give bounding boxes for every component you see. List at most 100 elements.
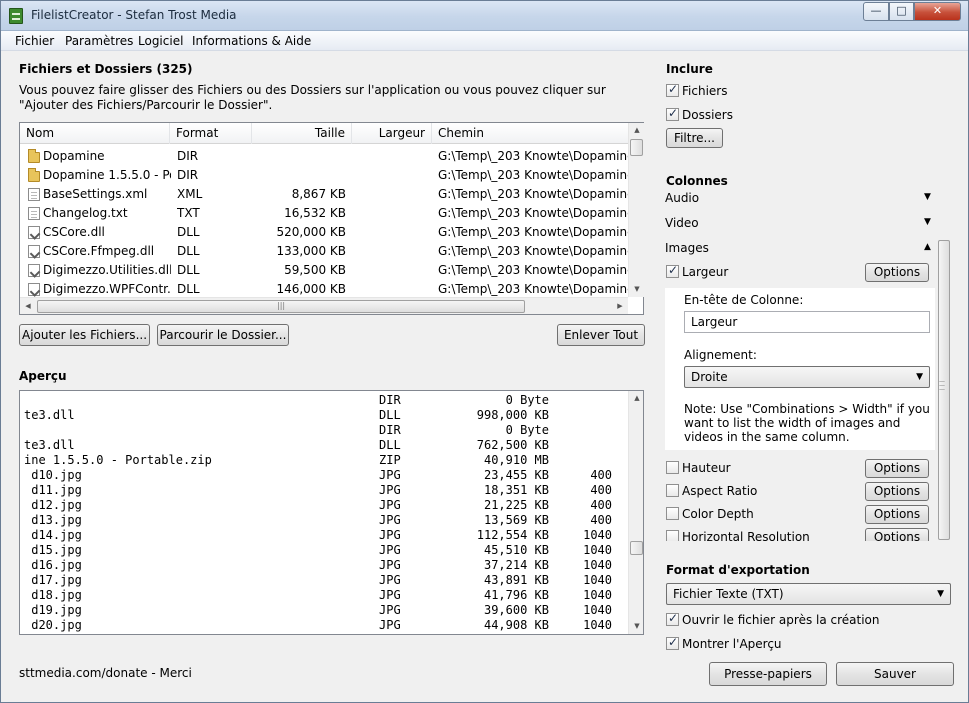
files-title: Fichiers et Dossiers (325) (19, 62, 193, 76)
preview-format: JPG (379, 468, 401, 482)
column-header-path[interactable]: Chemin (432, 123, 628, 144)
table-row[interactable]: CSCore.dll DLL 520,000 KB G:\Temp\_203 K… (20, 223, 628, 242)
donate-link[interactable]: sttmedia.com/donate - Merci (19, 666, 192, 680)
preview-width: 1040 (583, 588, 612, 602)
preview-row: d16.jpg JPG 37,214 KB 1040 (24, 558, 634, 573)
files-list-body: Dopamine DIR G:\Temp\_203 Knowte\Dopamin… (20, 145, 628, 297)
row-size: 146,000 KB (276, 282, 346, 296)
group-images[interactable]: Images (665, 241, 709, 255)
preview-width: 1040 (583, 573, 612, 587)
preview-format: JPG (379, 543, 401, 557)
column-header-name[interactable]: Nom (20, 123, 170, 144)
scroll-right-icon[interactable]: ▶ (612, 299, 628, 313)
preview-row: d19.jpg JPG 39,600 KB 1040 (24, 603, 634, 618)
scroll-left-icon[interactable]: ◀ (20, 299, 36, 313)
table-row[interactable]: Digimezzo.Utilities.dll DLL 59,500 KB G:… (20, 261, 628, 280)
group-audio[interactable]: Audio (665, 191, 699, 205)
row-format: DLL (177, 263, 200, 277)
table-row[interactable]: CSCore.Ffmpeg.dll DLL 133,000 KB G:\Temp… (20, 242, 628, 261)
preview-size: 45,510 KB (483, 543, 549, 557)
preview-size: 762,500 KB (476, 438, 549, 452)
largeur-settings-panel: En-tête de Colonne: Largeur Alignement: … (665, 288, 935, 450)
expand-down-icon[interactable]: ▼ (924, 192, 931, 202)
include-folders-checkbox[interactable] (666, 106, 679, 121)
column-header-size[interactable]: Taille (252, 123, 352, 144)
export-format-value: Fichier Texte (TXT) (673, 587, 784, 601)
scroll-thumb[interactable] (630, 541, 643, 555)
filter-button[interactable]: Filtre... (666, 128, 723, 148)
color-depth-checkbox[interactable] (666, 507, 679, 520)
open-after-label: Ouvrir le fichier après la création (682, 613, 880, 627)
columns-vertical-scrollbar[interactable]: — — — (936, 240, 952, 541)
preview-name: d11.jpg (24, 483, 82, 497)
row-path: G:\Temp\_203 Knowte\Dopamine\D (438, 244, 628, 258)
maximize-button[interactable]: □ (889, 2, 914, 21)
open-after-checkbox[interactable] (666, 611, 679, 626)
preview-width: 400 (590, 498, 612, 512)
preview-text-area[interactable]: DIR 0 Byte te3.dll DLL 998,000 KB DIR 0 Byte te… (19, 390, 644, 635)
expand-down-icon[interactable]: ▼ (924, 217, 931, 227)
menu-informations-aide[interactable]: Informations & Aide (192, 34, 311, 48)
preview-name: d19.jpg (24, 603, 82, 617)
files-list[interactable]: Nom Format Taille Largeur Chemin Dopamin… (19, 122, 644, 315)
files-list-header: Nom Format Taille Largeur Chemin (20, 123, 628, 144)
preview-size: 18,351 KB (483, 483, 549, 497)
collapse-up-icon[interactable]: ▲ (924, 242, 931, 252)
hauteur-checkbox[interactable] (666, 461, 679, 474)
row-name: Digimezzo.Utilities.dll (43, 263, 171, 277)
aspect-ratio-options-button[interactable]: Options (865, 482, 929, 501)
table-row[interactable]: Changelog.txt TXT 16,532 KB G:\Temp\_203… (20, 204, 628, 223)
scroll-up-icon[interactable]: ▲ (629, 123, 645, 137)
menu-fichier[interactable]: Fichier (15, 34, 54, 48)
alignment-select[interactable]: Droite ▼ (684, 366, 930, 388)
menu-parametres[interactable]: Paramètres (65, 34, 133, 48)
scroll-up-icon[interactable]: ▲ (629, 391, 643, 405)
preview-name: d20.jpg (24, 618, 82, 632)
preview-vertical-scrollbar[interactable]: ▲ ▼ (628, 391, 643, 634)
preview-width: 1040 (583, 543, 612, 557)
scroll-thumb[interactable] (630, 139, 643, 156)
files-horizontal-scrollbar[interactable]: ◀ ||| ▶ (20, 297, 628, 314)
preview-size: 41,796 KB (483, 588, 549, 602)
horizontal-resolution-options-button[interactable]: Options (865, 528, 929, 541)
scroll-down-icon[interactable]: ▼ (629, 282, 645, 296)
table-row[interactable]: BaseSettings.xml XML 8,867 KB G:\Temp\_2… (20, 185, 628, 204)
menu-logiciel[interactable]: Logiciel (138, 34, 183, 48)
remove-all-button[interactable]: Enlever Tout (557, 324, 645, 346)
scroll-down-icon[interactable]: ▼ (629, 619, 643, 633)
table-row[interactable]: Dopamine DIR G:\Temp\_203 Knowte\Dopamin… (20, 147, 628, 166)
table-row[interactable]: Digimezzo.WPFContr... DLL 146,000 KB G:\… (20, 280, 628, 297)
chevron-down-icon: ▼ (937, 589, 944, 599)
export-format-select[interactable]: Fichier Texte (TXT) ▼ (666, 583, 951, 605)
files-vertical-scrollbar[interactable]: ▲ ▼ (628, 123, 644, 297)
include-folders-label: Dossiers (682, 108, 733, 122)
column-header-input[interactable]: Largeur (684, 311, 930, 333)
color-depth-options-button[interactable]: Options (865, 505, 929, 524)
largeur-options-button[interactable]: Options (865, 263, 929, 282)
aspect-ratio-checkbox[interactable] (666, 484, 679, 497)
column-header-width[interactable]: Largeur (352, 123, 432, 144)
preview-row: d20.jpg JPG 44,908 KB 1040 (24, 618, 634, 633)
preview-name: d15.jpg (24, 543, 82, 557)
show-preview-checkbox[interactable] (666, 635, 679, 650)
horizontal-resolution-checkbox[interactable] (666, 530, 679, 541)
table-row[interactable]: Dopamine 1.5.5.0 - Po... DIR G:\Temp\_20… (20, 166, 628, 185)
preview-size: 21,225 KB (483, 498, 549, 512)
browse-folder-button[interactable]: Parcourir le Dossier... (157, 324, 289, 346)
add-files-button[interactable]: Ajouter les Fichiers... (19, 324, 150, 346)
minimize-button[interactable]: — (863, 2, 889, 21)
hauteur-label: Hauteur (682, 461, 731, 475)
column-header-format[interactable]: Format (170, 123, 252, 144)
hauteur-options-button[interactable]: Options (865, 459, 929, 478)
preview-row: d14.jpg JPG 112,554 KB 1040 (24, 528, 634, 543)
save-button[interactable]: Sauver (836, 662, 954, 686)
close-button[interactable]: ✕ (914, 2, 961, 21)
group-video[interactable]: Video (665, 216, 699, 230)
preview-name: d12.jpg (24, 498, 82, 512)
largeur-checkbox[interactable] (666, 263, 679, 278)
preview-format: DLL (379, 408, 401, 422)
clipboard-button[interactable]: Presse-papiers (709, 662, 827, 686)
preview-name: d16.jpg (24, 558, 82, 572)
preview-format: JPG (379, 573, 401, 587)
include-files-checkbox[interactable] (666, 82, 679, 97)
